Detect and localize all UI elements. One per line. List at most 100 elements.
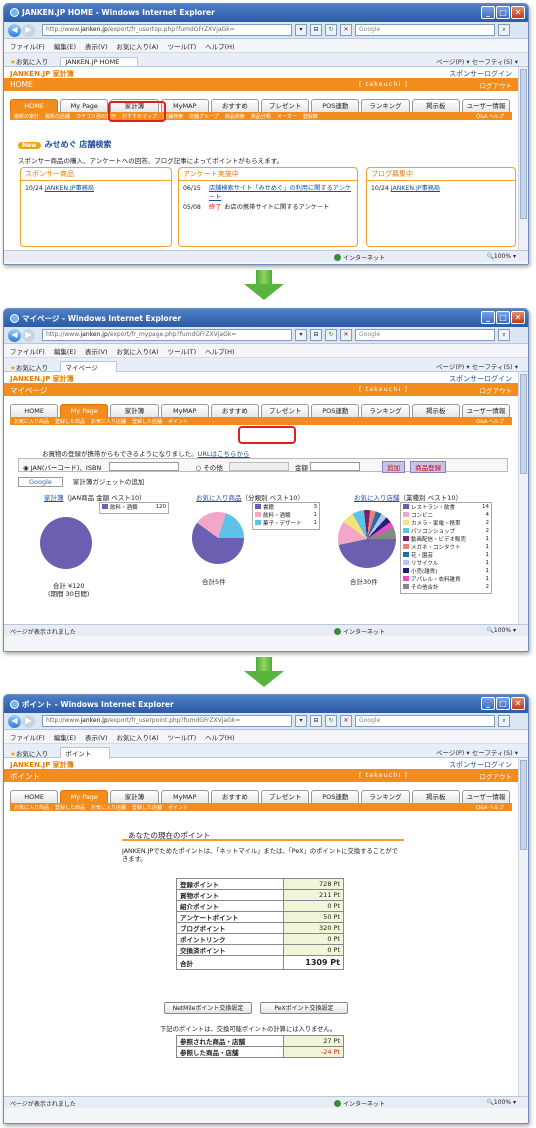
menu-help[interactable]: ヘルプ(H)	[205, 43, 234, 51]
nav-bbs[interactable]: 掲示板	[411, 404, 460, 417]
subnav-item[interactable]: メーカー	[277, 114, 297, 120]
menu-help[interactable]: ヘルプ(H)	[205, 348, 234, 356]
pex-exchange-button[interactable]: PeXポイント交換設定	[260, 1002, 348, 1014]
favorites-button[interactable]: お気に入り	[16, 750, 49, 758]
nav-mypage[interactable]: My Page	[60, 790, 109, 803]
menu-edit[interactable]: 編集(E)	[54, 348, 76, 356]
zoom-control[interactable]: 🔍100% ▾	[486, 253, 516, 260]
compat-icon[interactable]: ⊟	[310, 329, 322, 341]
nav-mypage[interactable]: My Page	[60, 404, 109, 417]
refresh-icon[interactable]: ↻	[325, 24, 337, 36]
radio-other[interactable]: ○	[195, 464, 201, 472]
zoom-control[interactable]: 🔍100% ▾	[486, 1099, 516, 1106]
radio-jan[interactable]: ◉	[23, 464, 29, 472]
dropdown-icon[interactable]: ▾	[295, 24, 307, 36]
search-input[interactable]: Google	[355, 715, 495, 727]
url-field[interactable]: http://www.janken.jp/export/fr_usertop.p…	[42, 24, 292, 36]
nav-home[interactable]: HOME	[10, 99, 59, 112]
back-icon[interactable]: ◀	[8, 23, 21, 37]
scrollbar[interactable]	[518, 758, 528, 1096]
forward-icon[interactable]: ▶	[22, 23, 35, 37]
menu-file[interactable]: ファイル(F)	[10, 348, 45, 356]
nav-bbs[interactable]: 掲示板	[411, 99, 460, 112]
mobile-url-link[interactable]: URLはこちらから	[198, 450, 250, 458]
browser-tab[interactable]: ポイント	[60, 747, 111, 758]
dropdown-icon[interactable]: ▾	[295, 329, 307, 341]
nav-ranking[interactable]: ランキング	[361, 99, 410, 112]
stop-icon[interactable]: ✕	[340, 715, 352, 727]
nav-recommend[interactable]: おすすめ	[210, 790, 260, 803]
nav-pos[interactable]: POS連動	[311, 404, 360, 417]
subnav-item[interactable]: お気に入り店舗	[91, 419, 126, 425]
subnav-item[interactable]: 店舗グループ	[189, 114, 219, 120]
compat-icon[interactable]: ⊟	[310, 715, 322, 727]
subnav-item[interactable]: 登録した商品	[55, 805, 85, 811]
back-icon[interactable]: ◀	[8, 714, 21, 728]
command-bar[interactable]: ページ(P) ▾ セーフティ(S) ▾	[436, 747, 518, 757]
subnav-item[interactable]: 登録した商品	[55, 419, 85, 425]
browser-tab[interactable]: マイページ	[60, 361, 117, 372]
chart1-link[interactable]: 家計簿	[44, 494, 64, 502]
nav-ranking[interactable]: ランキング	[361, 404, 410, 417]
chart3-link[interactable]: お気に入り店舗	[354, 494, 400, 502]
sponsor-link[interactable]: JANKEN.JP事務局	[45, 185, 94, 192]
subnav-item[interactable]: 店舗検索	[163, 114, 183, 120]
search-input[interactable]: Google	[355, 329, 495, 341]
nav-userinfo[interactable]: ユーザー情報	[461, 99, 511, 112]
maximize-icon[interactable]: □	[496, 311, 510, 324]
menu-view[interactable]: 表示(V)	[85, 348, 108, 356]
maximize-icon[interactable]: □	[496, 697, 510, 710]
stop-icon[interactable]: ✕	[340, 24, 352, 36]
nav-userinfo[interactable]: ユーザー情報	[461, 790, 511, 803]
subnav-help[interactable]: Q&A ヘルプ	[476, 804, 504, 811]
logout-link[interactable]: ログアウト	[480, 80, 513, 90]
menu-help[interactable]: ヘルプ(H)	[205, 734, 234, 742]
close-icon[interactable]: ✕	[511, 697, 525, 710]
back-icon[interactable]: ◀	[8, 328, 21, 342]
menu-favorites[interactable]: お気に入り(A)	[117, 348, 159, 356]
nav-ranking[interactable]: ランキング	[361, 790, 410, 803]
subnav-item[interactable]: 最新の店舗	[45, 114, 70, 120]
menu-edit[interactable]: 編集(E)	[54, 43, 76, 51]
scrollbar[interactable]	[518, 372, 528, 624]
nav-mypage[interactable]: My Page	[60, 99, 109, 112]
menu-tools[interactable]: ツール(T)	[168, 43, 197, 51]
nav-kakeibo[interactable]: 家計簿	[110, 790, 159, 803]
search-icon[interactable]: ⌕	[498, 715, 510, 727]
refresh-icon[interactable]: ↻	[325, 715, 337, 727]
nav-recommend[interactable]: おすすめ	[210, 404, 260, 417]
menu-favorites[interactable]: お気に入り(A)	[117, 43, 159, 51]
subnav-item[interactable]: 登録数	[303, 114, 318, 120]
nav-mymap[interactable]: MyMAP	[160, 790, 209, 803]
subnav-item[interactable]: お気に入り店舗	[91, 805, 126, 811]
nav-recommend[interactable]: おすすめ	[210, 99, 260, 112]
amount-input[interactable]	[309, 462, 360, 471]
nav-present[interactable]: プレゼント	[261, 404, 310, 417]
menu-favorites[interactable]: お気に入り(A)	[117, 734, 159, 742]
refresh-icon[interactable]: ↻	[325, 329, 337, 341]
subnav-item[interactable]: 最新の家計	[14, 114, 39, 120]
minimize-icon[interactable]: _	[481, 697, 495, 710]
survey-link[interactable]: 店舗検索サイト「みせめぐ」の利用に関するアンケート	[209, 185, 351, 201]
stop-icon[interactable]: ✕	[340, 329, 352, 341]
nav-home[interactable]: HOME	[10, 404, 59, 417]
nav-pos[interactable]: POS連動	[311, 99, 360, 112]
subnav-item[interactable]: お気に入り商品	[14, 419, 49, 425]
register-button[interactable]: 商品登録	[410, 461, 447, 473]
close-icon[interactable]: ✕	[511, 311, 525, 324]
forward-icon[interactable]: ▶	[22, 714, 35, 728]
chart2-link[interactable]: お気に入り商品	[196, 494, 242, 502]
subnav-item[interactable]: お気に入り商品	[14, 805, 49, 811]
netmile-exchange-button[interactable]: NetMileポイント交換設定	[164, 1002, 252, 1014]
nav-present[interactable]: プレゼント	[261, 790, 310, 803]
nav-mymap[interactable]: MyMAP	[160, 99, 209, 112]
menu-view[interactable]: 表示(V)	[85, 43, 108, 51]
subnav-help[interactable]: Q&A ヘルプ	[476, 418, 504, 425]
nav-present[interactable]: プレゼント	[261, 99, 310, 112]
url-field[interactable]: http://www.janken.jp/export/fr_userpoint…	[42, 715, 292, 727]
logout-link[interactable]: ログアウト	[480, 385, 513, 395]
search-icon[interactable]: ⌕	[498, 24, 510, 36]
favorites-button[interactable]: お気に入り	[16, 58, 49, 66]
subnav-item[interactable]: 登録した店舗	[132, 805, 162, 811]
menu-edit[interactable]: 編集(E)	[54, 734, 76, 742]
